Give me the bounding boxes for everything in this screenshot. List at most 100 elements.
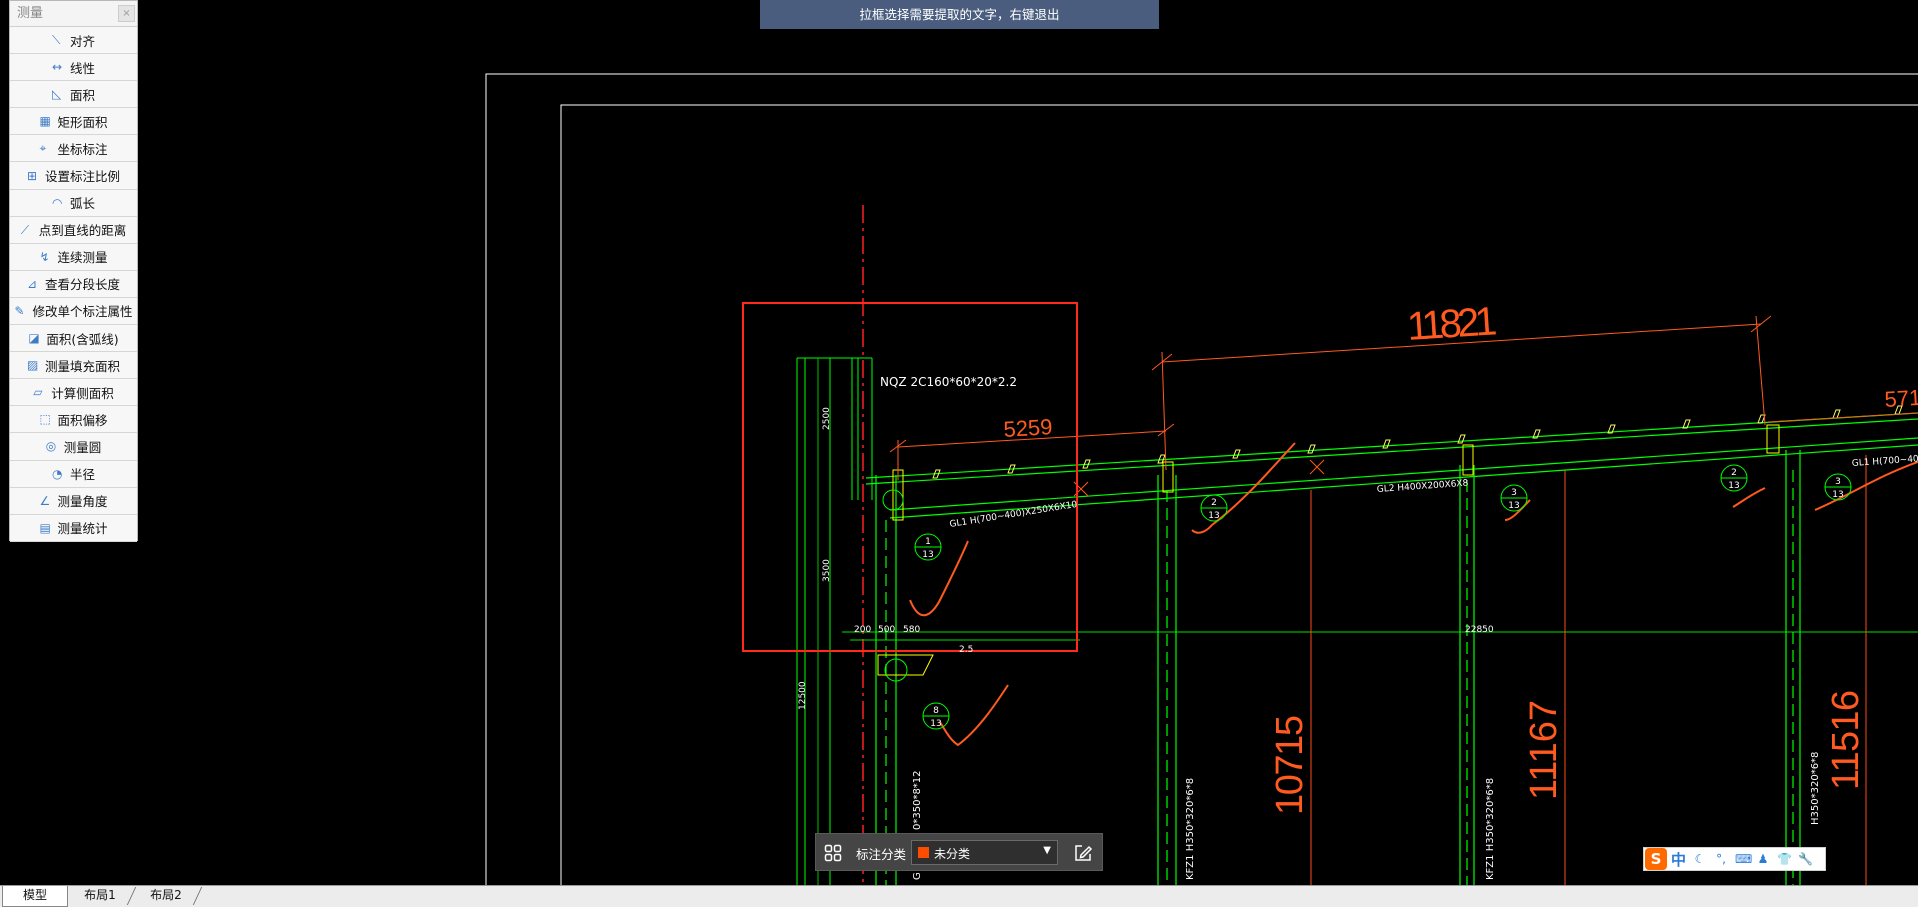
label-gl2: GL2 H400X200X6X8 [1377,479,1469,495]
aligned-dimension-icon: ⟍ [51,33,61,48]
chevron-down-icon: ▼ [1043,845,1051,856]
label-3500: 3500 [822,559,832,582]
measure-tool-label: 对齐 [69,33,95,49]
measure-tool-label: 查看分段长度 [44,277,120,293]
tab-layout2[interactable]: 布局2 [134,886,198,906]
layout-tabbar: 模型 布局1 布局2 [0,885,1918,907]
annotation-classify-value: 未分类 [934,847,971,861]
label-580: 580 [903,625,920,635]
angle-icon: ∠ [39,493,51,508]
wall-panel [796,357,873,885]
measure-tool-side-area[interactable]: ▱ 计算侧面积 [10,379,137,407]
measure-tool-label: 测量统计 [57,521,108,537]
marker-8-bottom: 13 [930,719,941,729]
ime-toolbar[interactable]: S 中 ☾ °, ⌨ ♟ 👕 🔧 [1643,847,1826,871]
measure-panel-title-text: 测量 [17,6,44,21]
continuous-measure-icon: ↯ [39,249,50,264]
edit-dimension-icon: ✎ [14,303,25,318]
measure-tool-label: 测量圆 [63,439,102,455]
sogou-logo-icon: S [1645,848,1667,870]
beam-joints [877,424,1780,676]
measure-tool-rect-area[interactable]: ▦ 矩形面积 [10,108,137,136]
wrench-icon[interactable]: 🔧 [1798,852,1813,866]
marker-8-top: 8 [933,706,939,716]
measure-tool-label: 计算侧面积 [51,385,114,401]
measure-tool-statistics[interactable]: ▤ 测量统计 [10,514,137,542]
label-nqz: NQZ 2C160*60*20*2.2 [880,375,1017,389]
measure-tool-scale[interactable]: ⊞ 设置标注比例 [10,162,137,190]
label-kfz1-a: KFZ1 H350*320*6*8 [1185,778,1196,880]
measure-tool-coordinate[interactable]: ⌖ 坐标标注 [10,135,137,163]
measure-tool-label: 弧长 [69,196,95,212]
annotation-classify-select[interactable]: 未分类 ▼ [911,840,1058,865]
measure-tool-circle-measure[interactable]: ◎ 测量圆 [10,433,137,461]
tab-model[interactable]: 模型 [2,886,68,907]
measure-tool-point-line-distance[interactable]: ⟋ 点到直线的距离 [10,216,137,244]
category-color-swatch [918,847,929,858]
arc-length-icon: ◠ [51,195,63,210]
close-icon[interactable]: × [118,5,135,22]
measure-tool-label: 面积 [69,87,95,103]
label-500: 500 [878,625,895,635]
marker-3r-top: 3 [1835,477,1841,487]
marker-3-bottom: 13 [1508,501,1519,511]
rect-area-icon: ▦ [39,114,51,129]
keyboard-icon[interactable]: ⌨ [1735,852,1752,866]
measure-tool-list: ⟍ 对齐 ↔ 线性 ◺ 面积 ▦ 矩形面积 ⌖ 坐标标注 ⊞ 设置标注比例 ◠ 弧长 ⟋ 点到直线的距离 ↯ 连续… [10,27,137,542]
measure-tool-segment-length[interactable]: ⊿ 查看分段长度 [10,270,137,298]
tab-layout1[interactable]: 布局1 [68,886,132,906]
label-2-5: 2.5 [959,645,973,655]
label-22850: 22850 [1465,625,1494,635]
scale-icon: ⊞ [26,168,38,183]
punctuation-icon[interactable]: °, [1714,852,1728,866]
label-g-column-prefix: G [912,872,923,880]
measure-tool-label: 矩形面积 [57,114,108,130]
measure-tool-area[interactable]: ◺ 面积 [10,81,137,109]
vertical-dimension-lines [1310,455,1867,885]
measure-tool-area-offset[interactable]: ⬚ 面积偏移 [10,406,137,434]
radius-icon: ◔ [51,466,63,481]
label-g-column: 0*350*8*12 [912,770,923,830]
user-icon[interactable]: ♟ [1756,852,1770,866]
measure-tool-aligned-dimension[interactable]: ⟍ 对齐 [10,27,137,55]
dimension-11167-text: 11167 [1523,700,1565,800]
measure-tool-angle[interactable]: ∠ 测量角度 [10,487,137,515]
measure-tool-arc-length[interactable]: ◠ 弧长 [10,189,137,217]
label-200: 200 [854,625,871,635]
moon-icon[interactable]: ☾ [1693,852,1707,866]
measure-tool-label: 面积偏移 [57,412,108,428]
hatch-area-icon: ▨ [26,358,39,373]
measure-tool-hatch-area[interactable]: ▨ 测量填充面积 [10,352,137,380]
measure-tool-arc-area[interactable]: ◪ 面积(含弧线) [10,325,137,353]
measure-tool-edit-dimension[interactable]: ✎ 修改单个标注属性 [10,297,137,326]
purlins [932,405,1903,479]
measure-tool-label: 设置标注比例 [44,169,120,185]
label-kfz1-b: KFZ1 H350*320*6*8 [1485,778,1496,880]
ime-language[interactable]: 中 [1671,849,1686,870]
statistics-icon: ▤ [39,520,51,535]
linear-dimension-icon: ↔ [51,60,63,75]
measure-panel-title: 测量 × [10,1,137,27]
measure-tool-label: 连续测量 [57,250,108,266]
dimension-10715-text: 10715 [1269,715,1311,815]
selection-box [742,302,1078,652]
marker-2r-bottom: 13 [1728,481,1739,491]
edit-icon[interactable] [1073,843,1093,863]
dimension-571-text: 571 [1884,385,1918,412]
label-2500: 2500 [822,407,832,430]
measure-tool-linear-dimension[interactable]: ↔ 线性 [10,54,137,82]
measure-tool-radius[interactable]: ◔ 半径 [10,460,137,488]
shirt-icon[interactable]: 👕 [1777,852,1792,866]
measure-tool-label: 面积(含弧线) [46,331,119,347]
arc-area-icon: ◪ [28,331,40,346]
segment-length-icon: ⊿ [26,276,38,291]
circle-measure-icon: ◎ [45,439,57,454]
grid-icon[interactable] [824,844,842,862]
cad-drawing-canvas[interactable]: 11821 5259 571 10715 11167 11516 1 13 2 … [0,0,1918,885]
measure-tool-label: 半径 [69,467,95,483]
measure-tool-continuous-measure[interactable]: ↯ 连续测量 [10,243,137,271]
coordinate-icon: ⌖ [39,141,47,156]
measure-tool-label: 线性 [69,60,95,76]
area-offset-icon: ⬚ [39,412,51,427]
marker-2-top: 2 [1211,498,1217,508]
